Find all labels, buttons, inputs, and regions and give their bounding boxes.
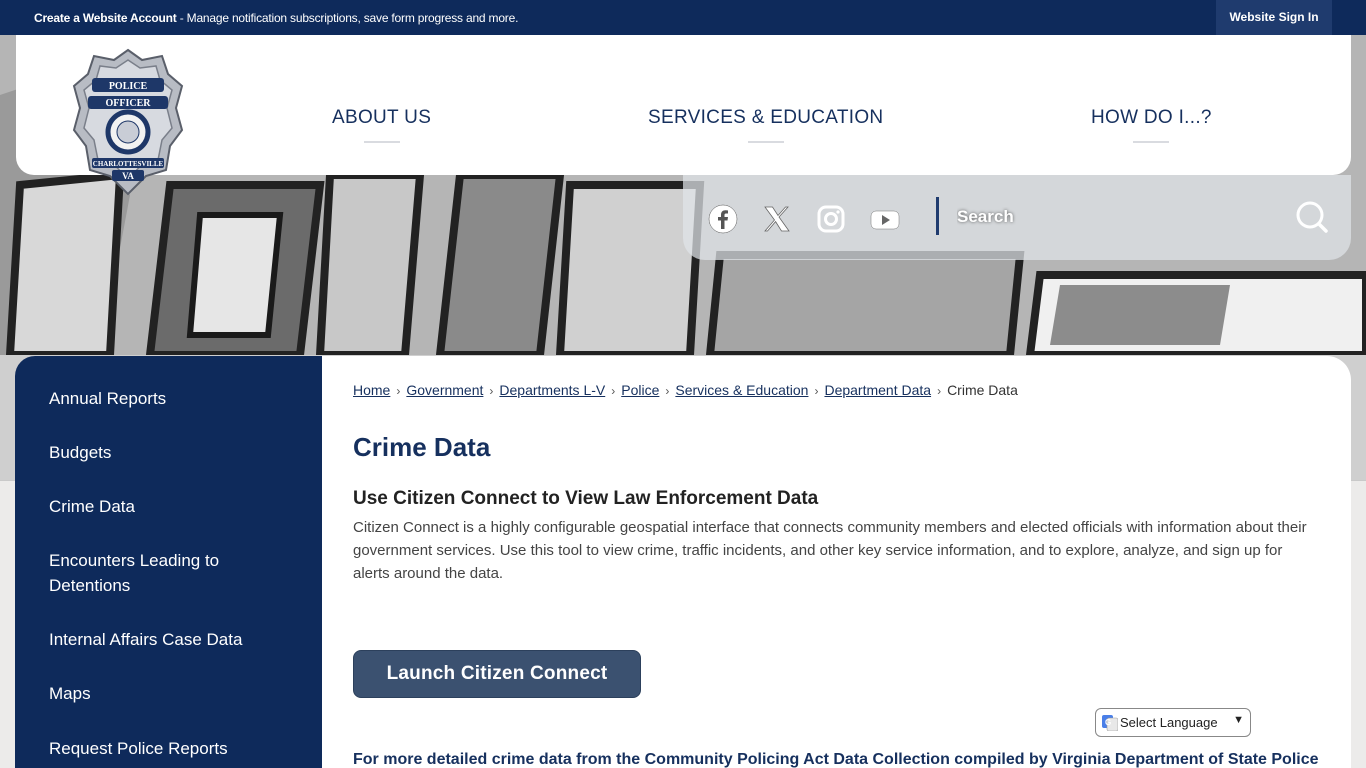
create-account-link[interactable]: Create a Website Account (34, 11, 177, 25)
x-twitter-icon[interactable] (762, 204, 792, 234)
sidebar-item-crime-data[interactable]: Crime Data (49, 494, 299, 519)
google-translate-icon: G (1102, 715, 1118, 731)
breadcrumb-current: Crime Data (947, 382, 1018, 398)
svg-text:G: G (1105, 718, 1111, 727)
search-input[interactable] (957, 203, 1277, 231)
nav-services-education-label: SERVICES & EDUCATION (648, 107, 884, 128)
page-title: Crime Data (353, 432, 491, 462)
svg-text:POLICE: POLICE (109, 81, 148, 92)
description-paragraph: Citizen Connect is a highly configurable… (353, 519, 1307, 582)
breadcrumb-separator-icon: › (937, 384, 942, 398)
more-crime-data-heading: For more detailed crime data from the Co… (353, 751, 1319, 768)
svg-text:OFFICER: OFFICER (106, 98, 152, 109)
nav-underline (1133, 141, 1170, 143)
website-sign-in-button[interactable]: Website Sign In (1216, 0, 1332, 35)
breadcrumb-separator-icon: › (489, 384, 494, 398)
main-content: Home › Government › Departments L-V › Police › S… (322, 356, 1351, 768)
sidebar-item-budgets[interactable]: Budgets (49, 440, 299, 465)
chevron-down-icon: ▼ (1233, 714, 1244, 726)
account-message: Create a Website Account - Manage notifi… (34, 11, 518, 25)
social-search-bar (683, 175, 1351, 260)
breadcrumb-separator-icon: › (814, 384, 819, 398)
breadcrumb-separator-icon: › (611, 384, 616, 398)
breadcrumb-departments[interactable]: Departments L-V (499, 382, 605, 398)
youtube-icon[interactable] (870, 204, 900, 234)
sidebar-item-internal-affairs[interactable]: Internal Affairs Case Data (49, 627, 299, 652)
nav-underline (747, 141, 784, 143)
breadcrumb-home[interactable]: Home (353, 382, 390, 398)
nav-services-education[interactable]: SERVICES & EDUCATION (648, 107, 884, 143)
facebook-icon[interactable] (708, 204, 738, 234)
breadcrumb-services-education[interactable]: Services & Education (675, 382, 808, 398)
police-badge-logo[interactable]: POLICE OFFICER CHARLOTTESVILLE VA (70, 46, 186, 198)
breadcrumb-government[interactable]: Government (406, 382, 483, 398)
breadcrumb-separator-icon: › (396, 384, 401, 398)
header (16, 35, 1351, 175)
breadcrumb-separator-icon: › (665, 384, 670, 398)
sidebar-item-annual-reports[interactable]: Annual Reports (49, 386, 299, 411)
section-heading: Use Citizen Connect to View Law Enforcem… (353, 488, 819, 509)
svg-text:VA: VA (122, 171, 134, 181)
svg-text:CHARLOTTESVILLE: CHARLOTTESVILLE (93, 160, 164, 168)
breadcrumb-police[interactable]: Police (621, 382, 659, 398)
nav-how-do-i[interactable]: HOW DO I...? (1091, 107, 1212, 143)
launch-citizen-connect-button[interactable]: Launch Citizen Connect (353, 650, 641, 698)
nav-underline (363, 141, 400, 143)
nav-about-us-label: ABOUT US (332, 107, 432, 128)
instagram-icon[interactable] (816, 204, 846, 234)
sidebar-item-request-reports[interactable]: Request Police Reports (49, 736, 299, 761)
language-select[interactable]: G Select Language ▼ (1095, 708, 1251, 737)
top-bar: Create a Website Account - Manage notifi… (0, 0, 1366, 35)
breadcrumb: Home › Government › Departments L-V › Police › S… (353, 382, 1018, 398)
nav-about-us[interactable]: ABOUT US (332, 107, 432, 143)
language-select-label: Select Language (1120, 715, 1218, 730)
sidebar-item-maps[interactable]: Maps (49, 681, 299, 706)
search-divider (936, 197, 939, 235)
account-message-text: - Manage notification subscriptions, sav… (176, 11, 519, 25)
sidebar-item-encounters[interactable]: Encounters Leading to Detentions (49, 548, 279, 598)
breadcrumb-department-data[interactable]: Department Data (824, 382, 931, 398)
sidebar-nav: Annual Reports Budgets Crime Data Encoun… (15, 356, 322, 768)
nav-how-do-i-label: HOW DO I...? (1091, 107, 1212, 128)
search-icon[interactable] (1294, 199, 1330, 235)
